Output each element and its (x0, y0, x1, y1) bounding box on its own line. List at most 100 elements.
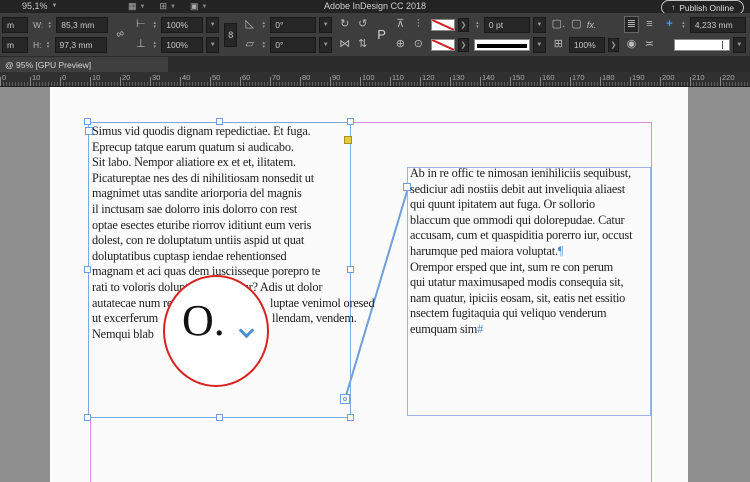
flip-horizontal-button[interactable]: ⋈ (337, 37, 352, 52)
thread-port-dot (343, 397, 347, 401)
scale-x-icon: ⊢ (135, 18, 146, 30)
opacity-field[interactable]: 100% (568, 36, 605, 53)
indesign-window: 95,1% ▼ ▦ ▼ ⊞ ▼ ▣ ▼ Adobe InDesign CC 20… (0, 0, 750, 482)
scale-y-stepper[interactable]: ▴ ▾ (151, 40, 158, 49)
fill-swatch-none[interactable] (430, 18, 455, 31)
publish-online-label: Publish Online (679, 2, 734, 13)
frame-handle-bottom-right[interactable] (347, 414, 354, 421)
wh-fields-group: W: ▴ ▾ 85,3 mm H: ▴ ▾ 97,3 mm (33, 16, 109, 53)
chevron-right-icon[interactable]: ❯ (607, 37, 619, 52)
chevron-down-icon (238, 322, 255, 339)
chevron-down-icon[interactable]: ▼ (206, 36, 220, 53)
chevron-right-icon[interactable]: ❯ (457, 37, 469, 52)
height-label: H: (33, 39, 42, 50)
frame-handle-bottom-left[interactable] (84, 414, 91, 421)
flip-vertical-button[interactable]: ⇅ (355, 37, 370, 52)
stroke-swatch-none[interactable] (430, 38, 455, 51)
frame-handle-mid-right[interactable] (347, 266, 354, 273)
link-group: ∞ (113, 27, 128, 42)
rotate-ccw-button[interactable]: ↺ (355, 17, 370, 32)
corner-options-icon[interactable]: ▢. (551, 17, 566, 32)
live-corner-handle[interactable] (344, 136, 352, 144)
frame-handle-mid-left[interactable] (84, 266, 91, 273)
fit-frame-icon[interactable]: ⫶ (411, 17, 426, 32)
scale-fields-group: ⊢ ▴ ▾ 100% ▼ ⊥ ▴ ▾ 100% ▼ (133, 16, 220, 53)
chevron-down-icon[interactable]: ▼ (532, 36, 546, 53)
end-of-story-mark: # (477, 321, 484, 336)
out-port-left-frame[interactable] (340, 394, 350, 404)
chevron-down-icon[interactable]: ▼ (319, 16, 333, 33)
control-panel: m m W: ▴ ▾ 85,3 mm H: ▴ ▾ 97,3 mm ∞ ⊢ ▴ ▾ 1… (0, 13, 750, 57)
width-field[interactable]: 85,3 mm (56, 16, 109, 33)
chevron-down-icon[interactable]: ▼ (206, 16, 220, 33)
frame-handle-bottom-center[interactable] (216, 414, 223, 421)
gap-field[interactable]: 4,233 mm (689, 16, 746, 33)
fill-frame-icon[interactable]: ⊙ (411, 37, 426, 52)
constrain-scale-icon[interactable]: 8 (224, 22, 238, 47)
reference-point-group: P (375, 27, 388, 42)
upload-icon: ↑ (671, 3, 676, 12)
ruler-labels: 0 10 0 10 20 30 40 50 60 70 80 90 100 110 120 130 140 150… (2, 73, 735, 82)
chevron-down-icon[interactable]: ▼ (532, 16, 546, 33)
wrap-bounding-box-icon[interactable]: ≡ (642, 17, 657, 32)
chevron-down-icon[interactable]: ▼ (319, 36, 333, 53)
document-tab-bar: @ 95% [GPU Preview] (0, 57, 750, 72)
stroke-weight-stepper[interactable]: ▴ ▾ (474, 20, 481, 29)
stroke-style-swatch[interactable] (473, 38, 530, 51)
stroke-weight-field[interactable]: 0 pt (483, 16, 530, 33)
annotation-circle: O. (163, 275, 269, 387)
y-position-field[interactable]: m (2, 36, 28, 53)
rotation-angle-field[interactable]: 0° (270, 16, 317, 33)
height-stepper[interactable]: ▴ ▾ (45, 40, 52, 49)
rotate-flip-group: ↻ ↺ ⋈ ⇅ (337, 16, 370, 53)
document-tab[interactable]: @ 95% [GPU Preview] (0, 57, 168, 72)
scale-x-field[interactable]: 100% (161, 16, 204, 33)
broken-link-icon[interactable]: ∞ (111, 25, 130, 44)
frame-handle-top-right[interactable] (347, 118, 354, 125)
wrap-jump-icon[interactable]: ≍ (642, 37, 657, 52)
scale-y-field[interactable]: 100% (161, 36, 204, 53)
scale-x-stepper[interactable]: ▴ ▾ (151, 20, 158, 29)
auto-fit-icon[interactable]: + (662, 17, 677, 32)
chevron-down-icon[interactable]: ▼ (732, 36, 746, 53)
horizontal-ruler: 0 10 0 10 20 30 40 50 60 70 80 90 100 110 120 130 140 150… (0, 72, 750, 87)
rotate-cw-button[interactable]: ↻ (337, 17, 352, 32)
angle-fields-group: ◺ ▴ ▾ 0° ▼ ▱ ▴ ▾ 0° ▼ (242, 16, 333, 53)
window-title: Adobe InDesign CC 2018 (323, 1, 427, 11)
gap-stepper[interactable]: ▴ ▾ (680, 20, 687, 29)
reference-point-proxy[interactable]: P (375, 27, 388, 42)
opacity-icon: ⊞ (553, 38, 564, 50)
paper-color-swatch[interactable] (673, 38, 730, 51)
x-position-field[interactable]: m (2, 16, 28, 33)
width-label: W: (33, 19, 44, 30)
rotation-stepper[interactable]: ▴ ▾ (260, 20, 267, 29)
wrap-none-icon[interactable]: ≣ (623, 16, 639, 33)
stroke-group: ▴ ▾ 0 pt ▼ ▼ (473, 16, 546, 53)
height-field[interactable]: 97,3 mm (54, 36, 107, 53)
frame-handle-top-left[interactable] (84, 118, 91, 125)
magnified-glyph: O. (182, 296, 225, 345)
center-content-icon[interactable]: ⊕ (393, 37, 408, 52)
fill-stroke-group: ❯ ❯ (430, 16, 469, 53)
corner-effects-group: ▢. ▢ fx. ⊞ 100% ❯ (551, 16, 619, 53)
corner-shape-icon[interactable]: ▢ (569, 17, 584, 32)
fitting-group: ⊼ ⫶ ⊕ ⊙ (393, 16, 426, 53)
shear-angle-field[interactable]: 0° (270, 36, 317, 53)
constrain-group: 8 (224, 22, 238, 47)
effects-button[interactable]: fx. (587, 20, 597, 30)
publish-online-button[interactable]: ↑ Publish Online (661, 0, 744, 13)
width-stepper[interactable]: ▴ ▾ (46, 20, 53, 29)
shear-angle-icon: ▱ (245, 38, 254, 50)
document-canvas: Simus vid quodis dignam repedictiae. Et … (0, 87, 750, 482)
gap-swatch-group: + ▴ ▾ 4,233 mm ▼ (662, 16, 746, 53)
xy-fields-group: m m (2, 16, 28, 53)
scale-y-icon: ⊥ (135, 38, 146, 50)
wrap-object-shape-icon[interactable]: ◉ (624, 37, 639, 52)
right-margin-guide (651, 122, 652, 482)
shear-stepper[interactable]: ▴ ▾ (260, 40, 267, 49)
rotation-angle-icon: ◺ (245, 18, 254, 30)
chevron-right-icon[interactable]: ❯ (457, 17, 469, 32)
top-margin-guide (352, 122, 651, 123)
fit-content-icon[interactable]: ⊼ (393, 17, 408, 32)
right-column-text: Ab in re offic te nimosan ienihiliciis s… (410, 166, 633, 336)
